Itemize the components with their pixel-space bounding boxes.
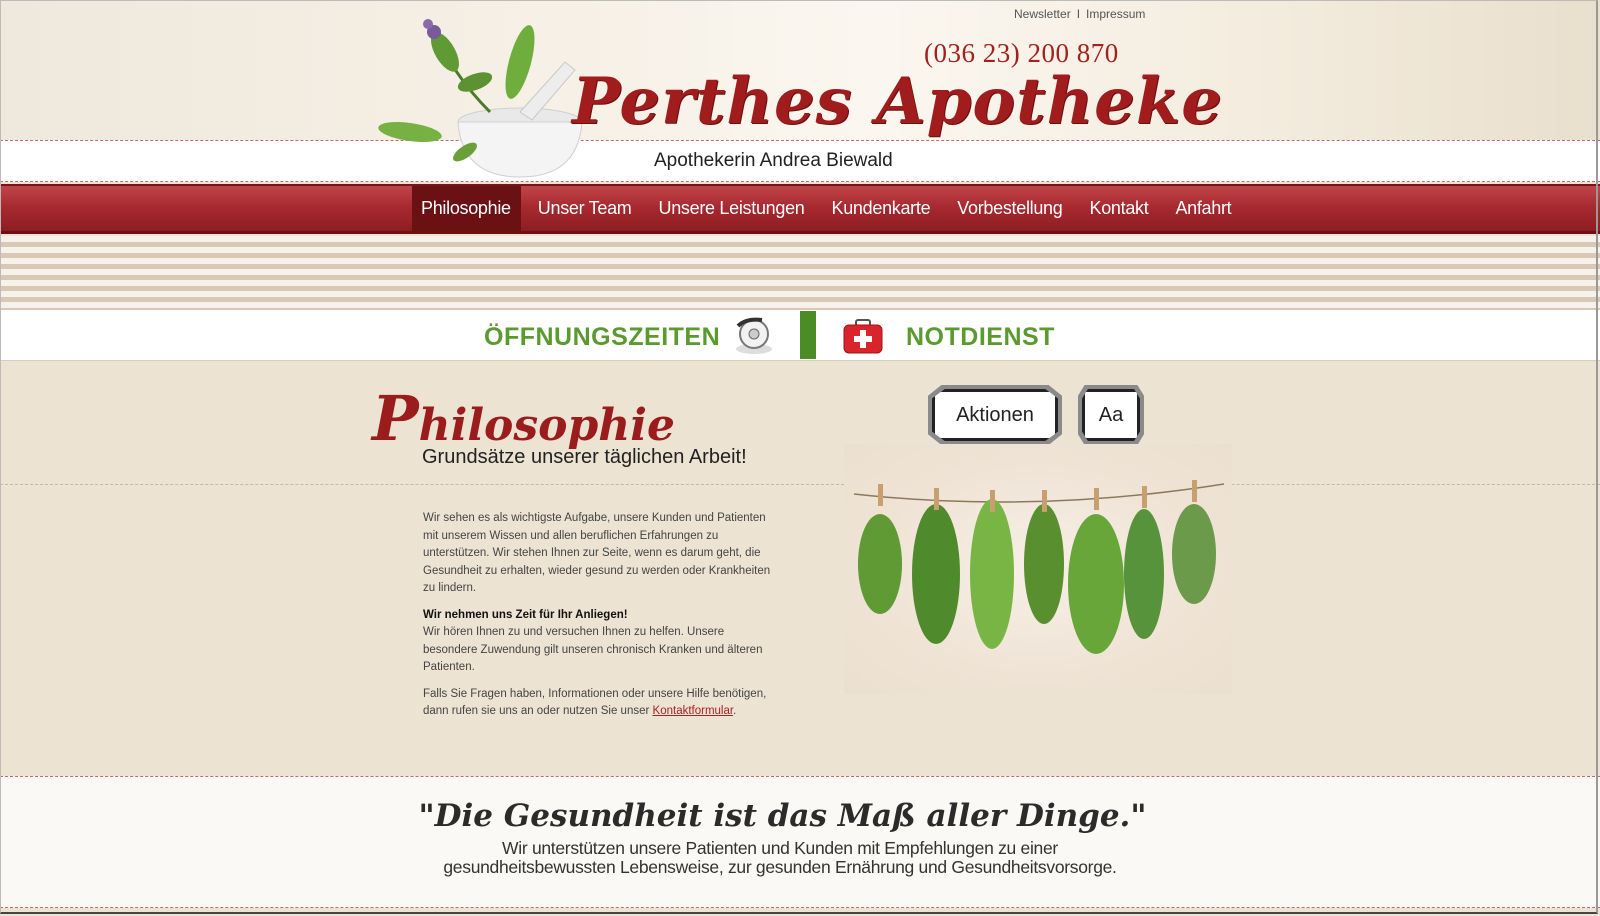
page-subtitle: Grundsätze unserer täglichen Arbeit! [422, 446, 747, 468]
page-title: Philosophie [372, 382, 675, 455]
page-title-initial: P [372, 382, 419, 455]
top-links-separator: I [1076, 7, 1081, 21]
nav-item-vorbestellung[interactable]: Vorbestellung [948, 186, 1072, 232]
aktionen-button[interactable]: Aktionen [932, 389, 1058, 441]
emergency-service-link[interactable]: NOTDIENST [906, 323, 1055, 352]
paragraph-2: Wir hören Ihnen zu und versuchen Ihnen z… [423, 626, 763, 673]
opening-hours-link[interactable]: ÖFFNUNGSZEITEN [484, 323, 720, 352]
nav-item-kundenkarte[interactable]: Kundenkarte [823, 186, 941, 232]
contact-form-link[interactable]: Kontaktformular [653, 705, 734, 717]
nav-item-kontakt[interactable]: Kontakt [1080, 186, 1158, 232]
content-divider [0, 484, 1600, 485]
paragraph-3: Falls Sie Fragen haben, Informationen od… [423, 686, 775, 721]
top-links: Newsletter I Impressum [1014, 7, 1145, 21]
nav-item-anfahrt[interactable]: Anfahrt [1166, 186, 1241, 232]
mortar-herbs-illustration [370, 12, 600, 182]
first-aid-kit-icon[interactable] [842, 318, 884, 361]
nav-item-unser-team[interactable]: Unser Team [529, 186, 642, 232]
page-title-rest: hilosophie [418, 400, 675, 451]
footer-quote: "Die Gesundheit ist das Maß aller Dinge.… [418, 798, 1147, 834]
hanging-herbs-image [844, 444, 1232, 694]
main-nav: Philosophie Unser Team Unsere Leistungen… [0, 184, 1600, 234]
nav-item-philosophie[interactable]: Philosophie [412, 186, 521, 232]
pharmacist-name: Apothekerin Andrea Biewald [654, 150, 893, 171]
telephone-icon[interactable] [732, 316, 776, 361]
paragraph-3-end: . [733, 705, 737, 717]
footer-text: Wir unterstützen unsere Patienten und Ku… [443, 838, 1117, 877]
impressum-link[interactable]: Impressum [1086, 7, 1145, 21]
philosophy-body: Wir sehen es als wichtigste Aufgabe, uns… [423, 510, 775, 730]
nav-item-unsere-leistungen[interactable]: Unsere Leistungen [650, 186, 815, 232]
paragraph-2-heading: Wir nehmen uns Zeit für Ihr Anliegen! [423, 608, 628, 621]
brand-logo-text: Perthes Apotheke [572, 64, 1223, 139]
newsletter-link[interactable]: Newsletter [1014, 7, 1071, 21]
decorative-stripes [0, 236, 1600, 310]
paragraph-1: Wir sehen es als wichtigste Aufgabe, uns… [423, 512, 771, 594]
font-size-button[interactable]: Aa [1082, 389, 1140, 441]
info-bar-divider [800, 311, 816, 359]
